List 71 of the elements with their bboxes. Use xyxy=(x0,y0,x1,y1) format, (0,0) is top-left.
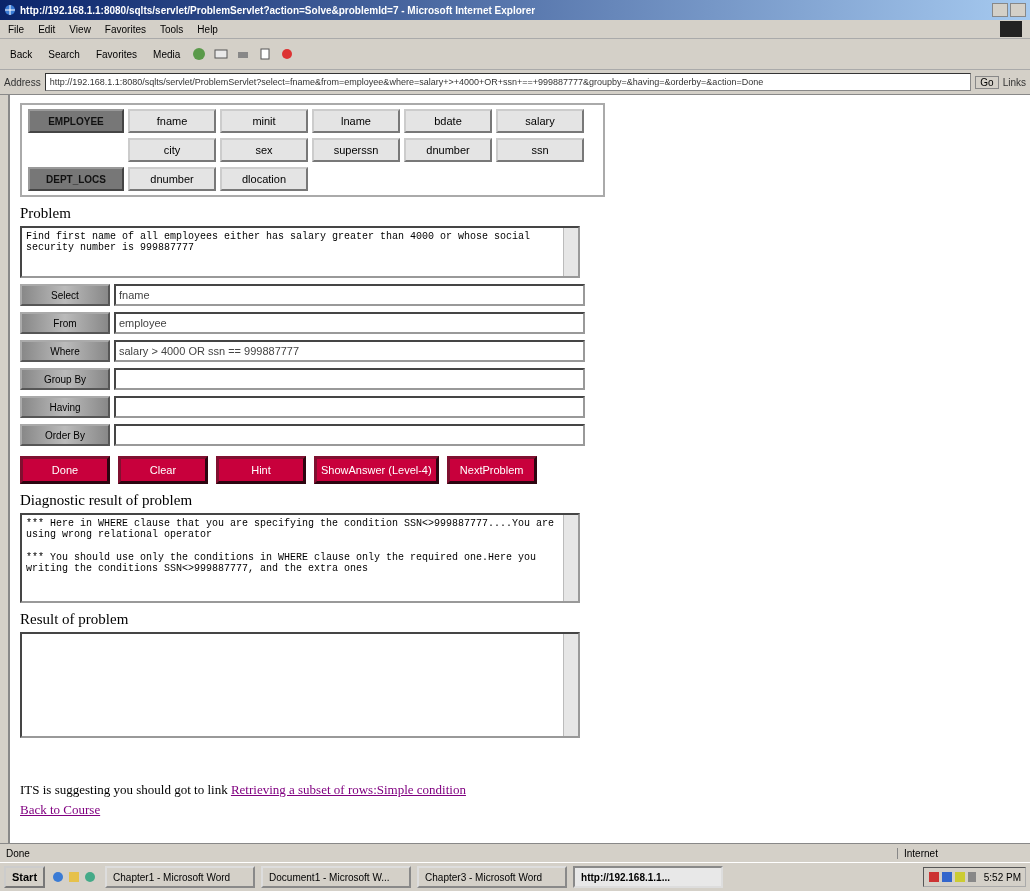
taskbar-button[interactable]: Chapter3 - Microsoft Word xyxy=(417,866,568,888)
column-button[interactable]: dlocation xyxy=(220,167,308,191)
clause-field[interactable]: employee xyxy=(114,312,585,334)
links-label[interactable]: Links xyxy=(1002,76,1026,88)
clause-field[interactable] xyxy=(114,368,585,390)
column-button[interactable]: city xyxy=(128,138,216,162)
scrollbar[interactable] xyxy=(563,515,578,601)
clause-button[interactable]: From xyxy=(20,312,110,334)
clause-field[interactable] xyxy=(114,424,585,446)
action-button[interactable]: Hint xyxy=(216,456,306,484)
column-button[interactable]: salary xyxy=(496,109,584,133)
column-button[interactable]: ssn xyxy=(496,138,584,162)
address-label: Address xyxy=(4,76,41,88)
menu-item[interactable]: Edit xyxy=(38,23,56,35)
toolbar-button[interactable]: Favorites xyxy=(91,46,142,62)
start-button[interactable]: Start xyxy=(4,866,46,888)
action-button[interactable]: ShowAnswer (Level-4) xyxy=(314,456,439,484)
action-button[interactable]: NextProblem xyxy=(446,456,537,484)
clause-button[interactable]: Select xyxy=(20,284,110,306)
menu-item[interactable]: Tools xyxy=(160,23,184,35)
clause-button[interactable]: Order By xyxy=(20,424,110,446)
menu-item[interactable]: View xyxy=(69,23,91,35)
clause-button[interactable]: Where xyxy=(20,340,110,362)
column-button[interactable]: superssn xyxy=(312,138,400,162)
zone-indicator: Internet xyxy=(897,847,1024,859)
toolbar-button[interactable]: Back xyxy=(6,46,37,62)
globe-icon xyxy=(4,4,16,16)
taskbar-button[interactable]: Chapter1 - Microsoft Word xyxy=(105,866,256,888)
menu-item[interactable]: File xyxy=(8,23,25,35)
clause-field[interactable]: fname xyxy=(114,284,585,306)
column-button[interactable]: dnumber xyxy=(404,138,492,162)
action-button[interactable]: Clear xyxy=(118,456,208,484)
diagnostic-message: *** Here in WHERE clause that you are specifying the condition SSN<>999887777....You are using wrong relational operator xyxy=(26,518,556,540)
section-heading: Diagnostic result of problem xyxy=(20,492,194,509)
clause-button[interactable]: Having xyxy=(20,396,110,418)
minimize-button[interactable] xyxy=(992,3,1008,17)
window-title: http://192.168.1.1:8080/sqlts/servlet/ProblemServlet?action=Solve&problemId=7 - Microsoft Internet Explorer xyxy=(20,4,537,16)
action-button[interactable]: Done xyxy=(20,456,110,484)
column-button[interactable]: bdate xyxy=(404,109,492,133)
address-field[interactable]: http://192.168.1.1:8080/sqlts/servlet/ProblemServlet?select=fname&from=employee&where=salary+>+4000+OR+ssn+==+999887777&groupby=&having=&orderby=&action=Done xyxy=(44,73,972,91)
clause-field[interactable]: salary > 4000 OR ssn == 999887777 xyxy=(114,340,585,362)
topic-link[interactable]: Retrieving a subset of rows:Simple condition xyxy=(230,782,466,797)
menu-item[interactable]: Favorites xyxy=(104,23,146,35)
column-button[interactable]: lname xyxy=(312,109,400,133)
section-heading: Result of problem xyxy=(20,611,130,628)
column-button[interactable]: dnumber xyxy=(128,167,216,191)
diagnostic-message: *** You should use only the conditions in WHERE clause only the required one.Here you writing the conditions SSN<>999887777, and the extra ones xyxy=(26,552,538,574)
go-button[interactable]: Go xyxy=(975,75,999,89)
problem-text: Find first name of all employees either has salary greater than 4000 or whose social security number is 999887777 xyxy=(25,230,532,255)
table-button[interactable]: DEPT_LOCS xyxy=(28,167,124,191)
clause-button[interactable]: Group By xyxy=(20,368,110,390)
clause-field[interactable] xyxy=(114,396,585,418)
taskbar-button[interactable]: Document1 - Microsoft W... xyxy=(261,866,412,888)
scrollbar[interactable] xyxy=(563,228,578,276)
taskbar-button[interactable]: http://192.168.1.1... xyxy=(573,866,724,888)
column-button[interactable]: minit xyxy=(220,109,308,133)
scrollbar[interactable] xyxy=(563,634,578,736)
column-button[interactable]: sex xyxy=(220,138,308,162)
mail-icon[interactable] xyxy=(214,47,229,61)
column-button[interactable]: fname xyxy=(128,109,216,133)
table-button[interactable]: EMPLOYEE xyxy=(28,109,124,133)
maximize-button[interactable] xyxy=(1010,3,1026,17)
toolbar-button[interactable]: Media xyxy=(149,46,185,62)
tray-icons[interactable] xyxy=(927,870,978,884)
menu-item[interactable]: Help xyxy=(197,23,218,35)
suggestion-text: ITS is suggesting you should got to link Retrieving a subset of rows:Simple condition xyxy=(20,782,467,798)
clock: 5:52 PM xyxy=(983,871,1021,883)
toolbar-button[interactable]: Search xyxy=(44,46,84,62)
section-heading: Problem xyxy=(20,205,72,222)
back-link[interactable]: Back to Course xyxy=(20,802,101,818)
status-text: Done xyxy=(6,847,31,859)
